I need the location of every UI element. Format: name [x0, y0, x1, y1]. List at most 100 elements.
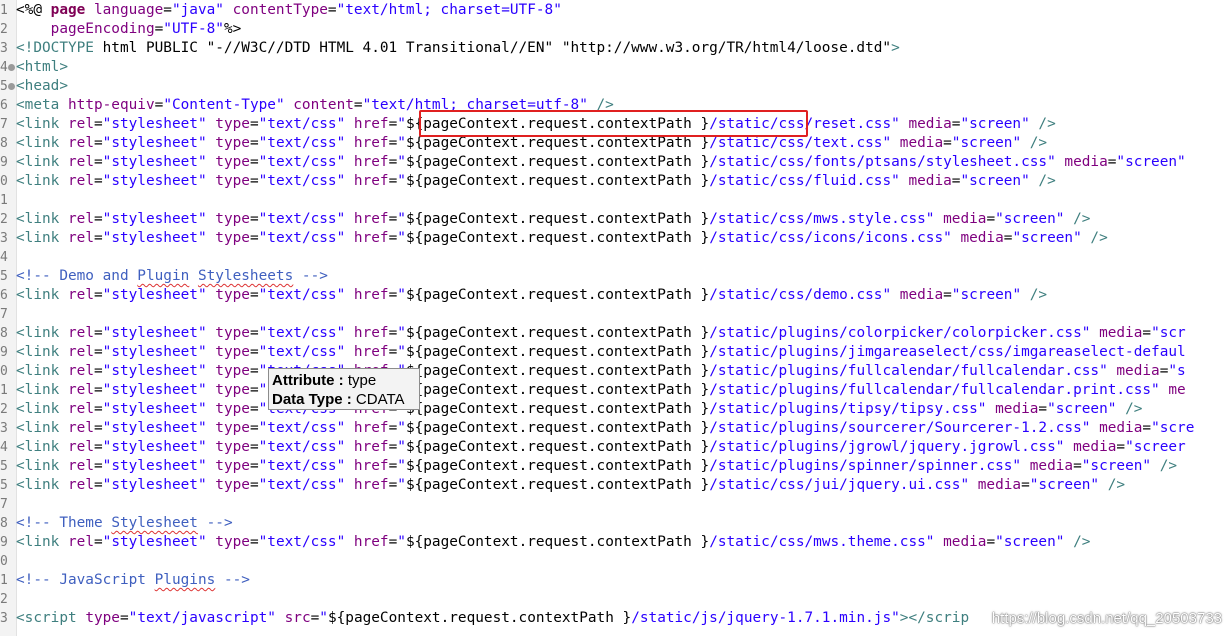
code-line[interactable]: 2 <link rel="stylesheet" type="text/css" … — [0, 400, 1230, 419]
code-token: = — [388, 135, 398, 151]
code-token: "stylesheet" — [102, 382, 207, 398]
code-line[interactable]: 8 <link rel="stylesheet" type="text/css" … — [0, 324, 1230, 343]
code-token: <link — [16, 477, 60, 493]
code-token: href — [345, 534, 389, 550]
code-token: "screen" — [951, 135, 1022, 151]
code-line[interactable]: 1 — [0, 191, 1230, 210]
code-token: rel — [59, 439, 94, 455]
code-token: <link — [16, 287, 60, 303]
code-token: rel — [59, 287, 94, 303]
code-token: /static/plugins/sourcerer/Sourcerer-1.2.… — [709, 420, 1091, 436]
code-line[interactable]: 4 — [0, 248, 1230, 267]
code-token: href — [345, 135, 389, 151]
tooltip-attribute-value: type — [347, 372, 377, 389]
code-line[interactable]: 1 <link rel="stylesheet" type="text/css" … — [0, 381, 1230, 400]
code-token: " — [397, 287, 406, 303]
code-token: "stylesheet" — [102, 401, 207, 417]
code-token: " — [397, 458, 406, 474]
code-line[interactable]: 5 <link rel="stylesheet" type="text/css" … — [0, 476, 1230, 495]
code-line[interactable]: 9 <link rel="stylesheet" type="text/css" … — [0, 343, 1230, 362]
code-token: = — [388, 116, 398, 132]
code-token: = — [163, 2, 172, 18]
code-token: = — [154, 21, 164, 37]
line-number: 8 — [0, 516, 8, 531]
code-token: <link — [16, 344, 60, 360]
code-line[interactable]: 9 <link rel="stylesheet" type="text/css" … — [0, 533, 1230, 552]
code-token: <link — [16, 173, 60, 189]
code-token: = — [119, 610, 129, 626]
code-line[interactable]: 0<link rel="stylesheet" type="text/css" … — [0, 172, 1230, 191]
code-token: /static/css/mws.style.css" — [709, 211, 935, 227]
code-token: "Content-Type" — [163, 97, 285, 113]
code-token: = — [249, 382, 259, 398]
code-token: ${pageContext.request.contextPath } — [327, 610, 632, 626]
code-token: media — [899, 173, 952, 189]
line-number: 7 — [0, 497, 8, 512]
code-token: ${pageContext.request.contextPath } — [405, 135, 710, 151]
line-number: 3 — [0, 611, 8, 626]
line-content: <link rel="stylesheet" type="text/css" h… — [16, 457, 1177, 476]
code-line[interactable]: 1 <%@ page language="java" contentType="t… — [0, 1, 1230, 20]
code-line[interactable]: 2 — [0, 590, 1230, 609]
code-token: <!-- JavaScript — [16, 572, 155, 588]
code-token: /static/plugins/tipsy/tipsy.css" — [709, 401, 987, 417]
code-line[interactable]: 5 <head> — [0, 77, 1230, 96]
fold-toggle-icon[interactable] — [8, 64, 15, 71]
code-token: = — [388, 477, 398, 493]
code-line[interactable]: 2 pageEncoding="UTF-8"%> — [0, 20, 1230, 39]
code-line[interactable]: 5 <link rel="stylesheet" type="text/css" … — [0, 457, 1230, 476]
code-token: = — [249, 287, 259, 303]
code-line[interactable]: 9 <link rel="stylesheet" type="text/css" … — [0, 153, 1230, 172]
code-line[interactable]: 6 <link rel="stylesheet" type="text/css" … — [0, 286, 1230, 305]
code-token: "text/html; charset=UTF-8" — [336, 2, 562, 18]
tooltip-attribute-label: Attribute : — [272, 372, 344, 389]
code-token: media — [969, 477, 1022, 493]
code-token: /> — [1099, 477, 1126, 493]
code-token: rel — [59, 344, 94, 360]
code-token: media — [1090, 325, 1143, 341]
code-line[interactable]: 3 <!DOCTYPE html PUBLIC "-//W3C//DTD HTML… — [0, 39, 1230, 58]
code-line[interactable]: 1 <!-- JavaScript Plugins --> — [0, 571, 1230, 590]
code-token: = — [93, 173, 103, 189]
code-token: = — [249, 325, 259, 341]
code-token: " — [397, 344, 406, 360]
watermark-url: https://blog.csdn.net/qq_20503733 — [991, 610, 1222, 627]
code-token: ${pageContext.request.contextPath } — [405, 458, 710, 474]
code-token: = — [249, 344, 259, 360]
line-number: 9 — [0, 535, 8, 550]
line-number: 1 — [0, 573, 8, 588]
line-content: <link rel="stylesheet" type="text/css" h… — [16, 153, 1186, 172]
code-token: ${pageContext.request.contextPath } — [405, 477, 710, 493]
code-token: = — [93, 135, 103, 151]
code-line[interactable]: 7 — [0, 495, 1230, 514]
line-content: <%@ page language="java" contentType="te… — [16, 1, 562, 20]
code-token: "s — [1168, 363, 1186, 379]
code-token: src — [275, 610, 311, 626]
code-token: <!DOCTYPE — [16, 40, 103, 56]
code-line[interactable]: 8 <!-- Theme Stylesheet --> — [0, 514, 1230, 533]
code-line[interactable]: 3 <link rel="stylesheet" type="text/css" … — [0, 419, 1230, 438]
code-line[interactable]: 4 <html> — [0, 58, 1230, 77]
code-line[interactable]: 5 <!-- Demo and Plugin Stylesheets --> — [0, 267, 1230, 286]
code-token: ${pageContext.request.contextPath } — [405, 287, 710, 303]
code-editor[interactable]: 1 <%@ page language="java" contentType="t… — [0, 0, 1230, 636]
code-line[interactable]: 2 <link rel="stylesheet" type="text/css" … — [0, 210, 1230, 229]
code-token: "screen" — [1012, 230, 1082, 246]
code-token: <%@ — [16, 2, 51, 18]
code-token: ${pageContext.request.contextPath } — [405, 325, 710, 341]
code-token: "screen" — [1081, 458, 1152, 474]
code-token: = — [353, 97, 363, 113]
fold-toggle-icon[interactable] — [8, 83, 15, 90]
code-line[interactable]: 0<link rel="stylesheet" type="text/css" … — [0, 362, 1230, 381]
code-token: " — [397, 534, 406, 550]
code-line[interactable]: 3 <link rel="stylesheet" type="text/css" … — [0, 229, 1230, 248]
code-token: = — [1021, 477, 1030, 493]
code-token: /static/plugins/jimgareaselect/css/imgar… — [709, 344, 1186, 360]
code-line[interactable]: 0 — [0, 552, 1230, 571]
code-token: type — [206, 344, 250, 360]
code-line[interactable]: 7 — [0, 305, 1230, 324]
code-token: "text/css" — [258, 230, 346, 246]
code-token: rel — [59, 116, 94, 132]
code-line[interactable]: 4 <link rel="stylesheet" type="text/css" … — [0, 438, 1230, 457]
red-highlight-box — [419, 110, 808, 137]
